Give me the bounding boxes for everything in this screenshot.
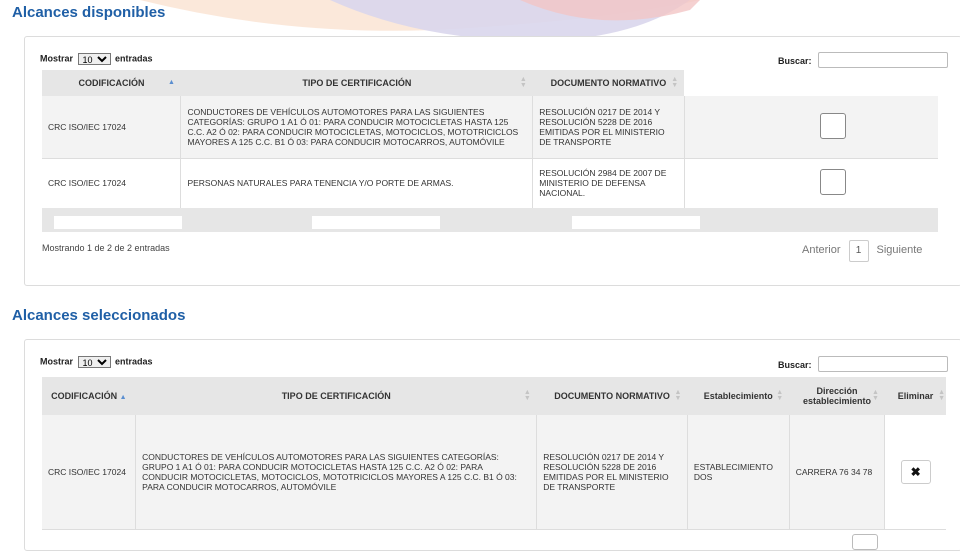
col-documento[interactable]: DOCUMENTO NORMATIVO ▲ ▼ (532, 70, 685, 96)
available-search-label: Buscar: (778, 56, 812, 66)
cell-type: PERSONAS NATURALES PARA TENENCIA Y/O POR… (180, 158, 534, 209)
selected-length-control: Mostrar 10 entradas (40, 356, 153, 368)
selected-search-input[interactable] (818, 356, 948, 372)
cell-doc: RESOLUCIÓN 2984 DE 2007 DE MINISTERIO DE… (532, 158, 685, 209)
cell-doc: RESOLUCIÓN 0217 DE 2014 Y RESOLUCIÓN 522… (536, 415, 688, 530)
selected-search-label: Buscar: (778, 360, 812, 370)
sort-icon: ▲ ▼ (871, 389, 879, 402)
cell-type: CONDUCTORES DE VEHÍCULOS AUTOMOTORES PAR… (180, 96, 534, 159)
col-tipo[interactable]: TIPO DE CERTIFICACIÓN ▲ ▼ (180, 70, 533, 96)
cell-select (684, 96, 938, 159)
table-row: CRC ISO/IEC 17024 PERSONAS NATURALES PAR… (42, 158, 938, 209)
filter-input-codificacion[interactable] (54, 216, 182, 229)
available-search-input[interactable] (818, 52, 948, 68)
available-length-control: Mostrar 10 entradas (40, 53, 153, 65)
sort-asc-icon: ▲ (168, 79, 175, 86)
sort-icon: ▲ ▼ (671, 76, 679, 89)
cell-type: CONDUCTORES DE VEHÍCULOS AUTOMOTORES PAR… (135, 415, 538, 530)
show-label: Mostrar (40, 356, 74, 367)
next-button[interactable]: Siguiente (877, 244, 923, 256)
cell-code: CRC ISO/IEC 17024 (42, 96, 182, 159)
col-direccion[interactable]: Dirección establecimiento ▲ ▼ (789, 377, 885, 415)
selected-table: CODIFICACIÓN ▲ TIPO DE CERTIFICACIÓN ▲ ▼ D… (42, 377, 946, 530)
sort-icon: ▲ ▼ (938, 389, 945, 402)
sort-icon: ▲ ▼ (519, 76, 527, 89)
table-row: CRC ISO/IEC 17024 CONDUCTORES DE VEHÍCUL… (42, 415, 946, 530)
cell-address: CARRERA 76 34 78 (789, 415, 886, 530)
sort-icon: ▲ ▼ (776, 389, 784, 402)
entries-label: entradas (115, 356, 153, 367)
prev-button[interactable]: Anterior (802, 244, 841, 256)
select-checkbox[interactable] (820, 112, 847, 139)
table-row: CRC ISO/IEC 17024 CONDUCTORES DE VEHÍCUL… (42, 96, 938, 159)
select-checkbox[interactable] (820, 169, 847, 195)
available-title: Alcances disponibles (12, 4, 166, 21)
available-pagination: Anterior 1 Siguiente (802, 240, 922, 262)
available-page-size-select[interactable]: 10 (77, 53, 111, 65)
cell-select (684, 158, 938, 209)
filter-input-documento[interactable] (572, 216, 700, 229)
entries-label: entradas (115, 53, 153, 64)
sort-icon: ▲ ▼ (674, 389, 682, 402)
col-check-header (684, 70, 938, 96)
cell-delete: ✖ (884, 415, 946, 530)
available-table: CODIFICACIÓN ▲ TIPO DE CERTIFICACIÓN ▲ ▼ DO… (42, 70, 938, 209)
col-codificacion[interactable]: CODIFICACIÓN ▲ (42, 377, 136, 415)
selected-page-size-select[interactable]: 10 (77, 356, 111, 368)
col-codificacion[interactable]: CODIFICACIÓN ▲ (42, 70, 181, 96)
available-info: Mostrando 1 de 2 de 2 entradas (42, 243, 170, 253)
sort-icon: ▲ ▼ (523, 389, 531, 402)
col-establecimiento[interactable]: Establecimiento ▲ ▼ (687, 377, 790, 415)
selected-page-button[interactable] (852, 534, 878, 550)
cell-code: CRC ISO/IEC 17024 (42, 415, 137, 530)
selected-title: Alcances seleccionados (12, 307, 186, 324)
col-documento[interactable]: DOCUMENTO NORMATIVO ▲ ▼ (536, 377, 688, 415)
sort-asc-icon: ▲ (119, 394, 127, 401)
filter-input-tipo[interactable] (312, 216, 440, 229)
cell-doc: RESOLUCIÓN 0217 DE 2014 Y RESOLUCIÓN 522… (532, 96, 685, 159)
col-eliminar[interactable]: Eliminar ▲ ▼ (884, 377, 946, 415)
close-icon: ✖ (910, 464, 921, 479)
delete-button[interactable]: ✖ (900, 459, 931, 484)
col-tipo[interactable]: TIPO DE CERTIFICACIÓN ▲ ▼ (135, 377, 537, 415)
show-label: Mostrar (40, 53, 74, 64)
page-button[interactable]: 1 (848, 240, 869, 262)
cell-establishment: ESTABLECIMIENTO DOS (687, 415, 790, 530)
cell-code: CRC ISO/IEC 17024 (42, 158, 182, 209)
